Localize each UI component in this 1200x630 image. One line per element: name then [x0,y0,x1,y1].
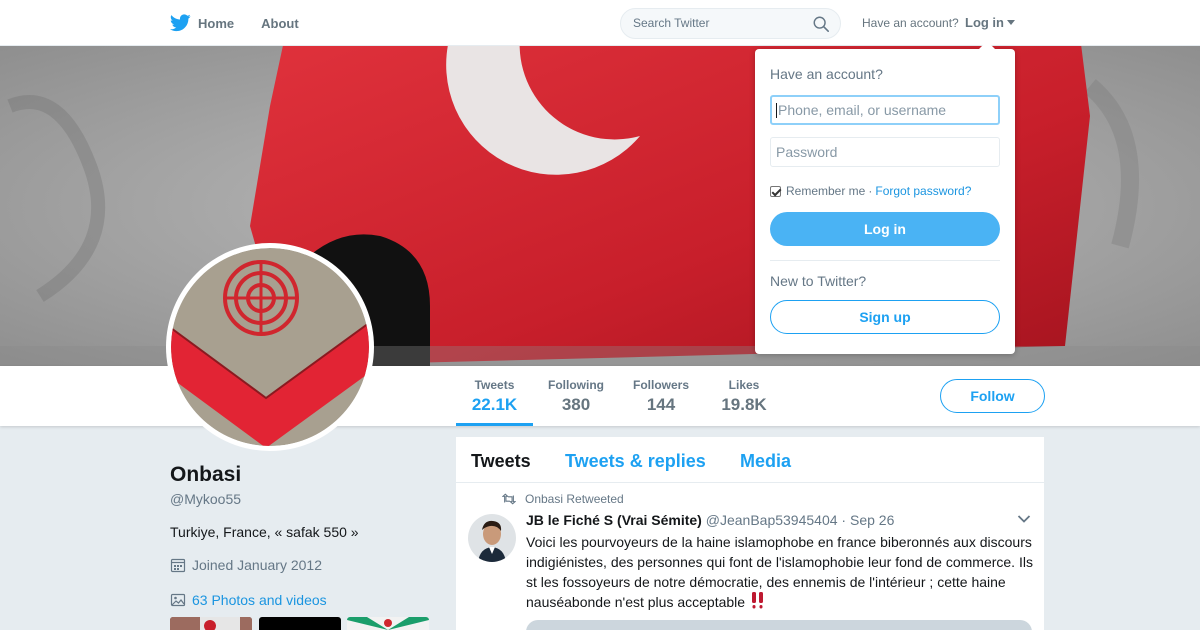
caret-down-icon [1007,20,1015,25]
about-label: About [261,15,299,31]
timeline: Tweets Tweets & replies Media Onbasi Ret… [456,437,1044,630]
stat-likes-value: 19.8K [721,395,767,414]
login-button[interactable]: Log in [770,212,1000,246]
chevron-down-icon[interactable] [1017,514,1031,524]
stat-tweets-value: 22.1K [471,395,518,414]
retweeted-by[interactable]: Onbasi Retweeted [525,492,624,506]
double-exclamation-glyph [752,592,764,609]
tweet-author-avatar[interactable] [468,514,516,562]
tweet-header: JB le Fiché S (Vrai Sémite) @JeanBap5394… [526,512,894,528]
stat-likes[interactable]: Likes 19.8K [716,378,772,415]
login-dropdown-title: Have an account? [770,66,883,82]
tweet-text: Voici les pourvoyeurs de la haine islamo… [526,532,1036,614]
profile-handle[interactable]: @Mykoo55 [170,491,440,507]
tweet-media-preview[interactable] [526,620,1032,630]
tweet-author-avatar-image [468,514,516,562]
dropdown-divider [770,260,1000,261]
follow-button[interactable]: Follow [940,379,1045,413]
photo-thumbnails [170,617,440,630]
timeline-tabs: Tweets Tweets & replies Media [456,437,1044,483]
avatar[interactable] [166,243,374,451]
stat-followers[interactable]: Followers 144 [630,378,692,415]
tweet-text-content: Voici les pourvoyeurs de la haine islamo… [526,534,1033,610]
tweet-author-name[interactable]: JB le Fiché S (Vrai Sémite) [526,512,702,528]
signup-button[interactable]: Sign up [770,300,1000,334]
retweet-context: Onbasi Retweeted [502,492,624,506]
photo-thumbnail[interactable] [259,617,341,630]
search-input[interactable]: Search Twitter [620,8,841,39]
photos-videos-label: 63 Photos and videos [192,592,327,608]
photo-icon [170,593,186,607]
tweet-header-separator: · [841,512,847,528]
new-to-twitter-text: New to Twitter? [770,273,867,289]
profile-name[interactable]: Onbasi [170,463,440,487]
photo-thumbnail-image [170,617,252,630]
tweet[interactable]: Onbasi Retweeted JB le Fiché S (Vrai Sém… [456,484,1044,630]
twitter-bird-icon [170,14,191,32]
search-placeholder: Search Twitter [633,16,710,30]
joined-text: Joined January 2012 [192,557,322,573]
login-label: Log in [965,15,1004,30]
remember-separator: · [868,184,873,198]
tab-media[interactable]: Media [740,451,791,472]
stat-likes-label: Likes [728,378,760,392]
stat-tweets-label: Tweets [474,378,515,392]
search-icon[interactable] [812,15,830,33]
forgot-password-link[interactable]: Forgot password? [875,184,971,198]
tweet-author-handle[interactable]: @JeanBap53945404 [706,512,838,528]
remember-me-checkbox[interactable] [770,185,781,197]
tab-tweets[interactable]: Tweets [471,451,531,472]
username-field[interactable]: Phone, email, or username [770,95,1000,125]
login-dropdown-toggle[interactable]: Log in [965,15,1015,30]
stat-tweets[interactable]: Tweets 22.1K [456,378,533,426]
home-label: Home [198,15,235,31]
stat-followers-label: Followers [632,378,689,392]
remember-me-label[interactable]: Remember me [786,184,865,198]
profile-bio: Turkiye, France, « safak 550 » [170,524,359,540]
login-dropdown: Have an account? Phone, email, or userna… [755,41,1015,354]
tweet-timestamp[interactable]: Sep 26 [850,512,894,528]
profile-card: Onbasi @Mykoo55 Turkiye, France, « safak… [170,463,440,608]
nav-left: Home About [170,0,326,46]
retweet-icon [502,493,516,505]
remember-me-row: Remember me · Forgot password? [770,184,971,198]
photo-thumbnail[interactable] [347,617,429,630]
double-exclamation-icon [751,592,765,614]
top-navigation-bar: Home About Search Twitter Have an accoun… [0,0,1200,46]
text-cursor [776,103,777,118]
stat-following-value: 380 [561,395,591,414]
password-field[interactable]: Password [770,137,1000,167]
profile-joined: Joined January 2012 [170,557,440,573]
avatar-image [171,248,369,446]
photo-thumbnail[interactable] [170,617,252,630]
calendar-icon [170,558,186,573]
home-nav-link[interactable]: Home [170,14,234,32]
password-placeholder: Password [776,144,838,160]
tab-tweets-and-replies[interactable]: Tweets & replies [565,451,706,472]
stat-followers-value: 144 [646,395,676,414]
have-account-text: Have an account? [862,16,959,30]
photo-thumbnail-image [347,617,429,630]
photos-videos-link[interactable]: 63 Photos and videos [170,592,440,608]
about-nav-link[interactable]: About [261,16,299,31]
username-placeholder: Phone, email, or username [778,102,947,118]
stat-following[interactable]: Following 380 [546,378,606,415]
stat-following-label: Following [548,378,604,392]
